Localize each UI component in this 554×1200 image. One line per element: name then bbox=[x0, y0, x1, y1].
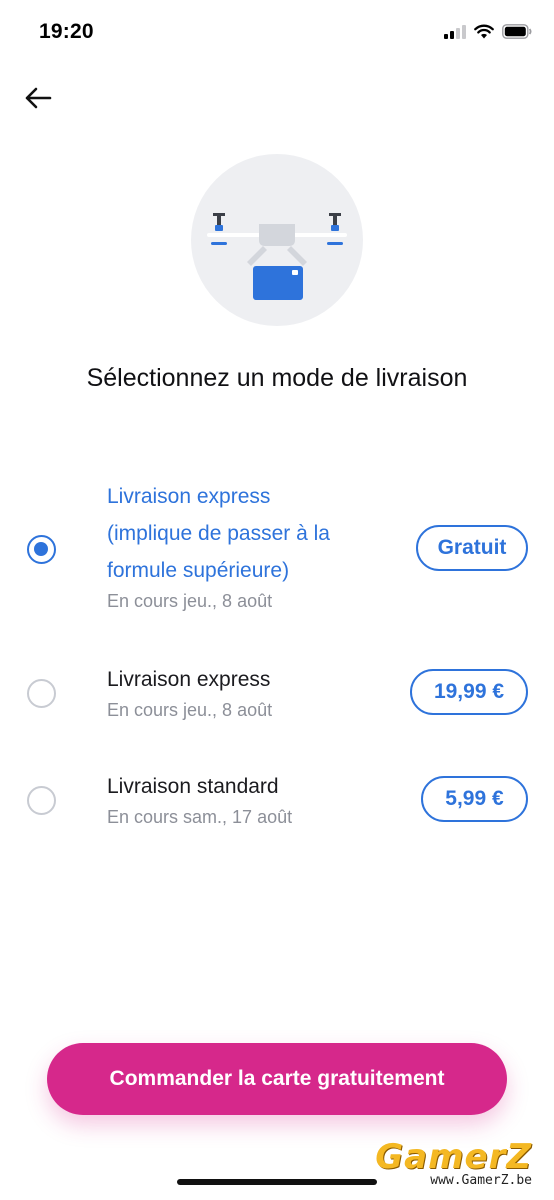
option-text: Livraison express (implique de passer à … bbox=[107, 478, 330, 613]
price-badge: 19,99 € bbox=[410, 669, 528, 715]
option-subtitle: En cours sam., 17 août bbox=[107, 807, 293, 827]
cellular-signal-icon bbox=[444, 24, 466, 39]
status-bar: 19:20 bbox=[0, 0, 554, 66]
option-title-line: Livraison express bbox=[107, 485, 271, 508]
battery-icon bbox=[502, 24, 532, 39]
delivery-drone-illustration bbox=[207, 213, 347, 300]
order-card-button[interactable]: Commander la carte gratuitement bbox=[47, 1043, 507, 1115]
page-title: Sélectionnez un mode de livraison bbox=[86, 364, 468, 392]
wifi-icon bbox=[474, 24, 494, 39]
option-text: Livraison express En cours jeu., 8 août bbox=[107, 661, 272, 722]
option-text: Livraison standard En cours sam., 17 aoû… bbox=[107, 768, 292, 829]
option-title-line: (implique de passer à la bbox=[107, 522, 330, 545]
price-badge: Gratuit bbox=[416, 525, 528, 571]
watermark-logo: GamerZ bbox=[375, 1137, 532, 1177]
option-title-line: formule supérieure) bbox=[107, 559, 290, 582]
radio-unselected[interactable] bbox=[27, 786, 56, 815]
option-title: Livraison express bbox=[107, 668, 271, 691]
option-subtitle: En cours jeu., 8 août bbox=[107, 591, 273, 611]
option-title: Livraison standard bbox=[107, 775, 279, 798]
option-subtitle: En cours jeu., 8 août bbox=[107, 700, 273, 720]
home-indicator[interactable] bbox=[177, 1179, 377, 1185]
delivery-option-express-upgrade[interactable]: Livraison express (implique de passer à … bbox=[0, 478, 554, 618]
status-time: 19:20 bbox=[39, 20, 94, 43]
delivery-option-standard[interactable]: Livraison standard En cours sam., 17 aoû… bbox=[0, 768, 554, 834]
back-button[interactable] bbox=[20, 80, 56, 116]
watermark: GamerZ www.GamerZ.be bbox=[372, 1139, 532, 1189]
status-icons bbox=[444, 24, 532, 39]
hero-illustration bbox=[191, 154, 363, 326]
delivery-option-express[interactable]: Livraison express En cours jeu., 8 août … bbox=[0, 661, 554, 727]
arrow-left-icon bbox=[25, 87, 52, 109]
radio-unselected[interactable] bbox=[27, 679, 56, 708]
price-badge: 5,99 € bbox=[421, 776, 528, 822]
radio-selected[interactable] bbox=[27, 535, 56, 564]
